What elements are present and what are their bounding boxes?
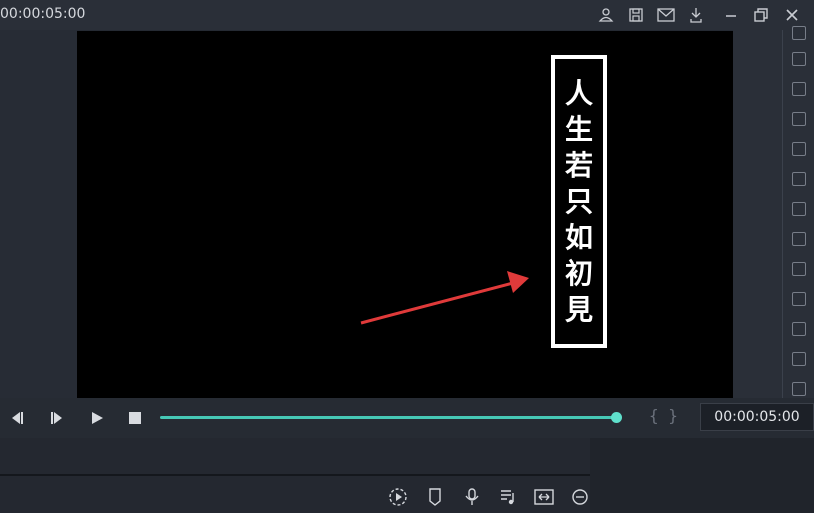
track-checkbox[interactable] [792, 142, 806, 156]
duration-timecode: 00:00:05:00 [700, 403, 814, 431]
voiceover-icon[interactable] [462, 487, 482, 507]
progress-handle[interactable] [611, 412, 622, 423]
previous-frame-icon[interactable] [4, 406, 28, 430]
fit-icon[interactable] [534, 487, 554, 507]
track-checkbox[interactable] [792, 202, 806, 216]
play-icon[interactable] [85, 406, 109, 430]
render-preview-icon[interactable] [388, 487, 408, 507]
track-checkbox[interactable] [792, 382, 806, 396]
track-checkbox[interactable] [792, 52, 806, 66]
close-icon[interactable] [782, 5, 802, 25]
red-arrow-annotation [360, 271, 529, 325]
panel-divider [782, 30, 783, 398]
current-timecode: 00:00:05:00 [0, 6, 86, 22]
left-panel-edge [0, 30, 77, 398]
track-checkbox[interactable] [792, 292, 806, 306]
in-out-marker-icon[interactable]: { } [649, 406, 678, 425]
track-checkbox[interactable] [792, 262, 806, 276]
track-checkbox[interactable] [792, 112, 806, 126]
progress-bar[interactable] [160, 416, 616, 419]
save-icon[interactable] [626, 5, 646, 25]
marker-icon[interactable] [425, 487, 445, 507]
restore-icon[interactable] [751, 5, 771, 25]
track-checkbox[interactable] [792, 232, 806, 246]
video-preview[interactable]: 人 生 若 只 如 初 見 [77, 31, 733, 398]
next-frame-icon[interactable] [45, 406, 69, 430]
track-checkbox[interactable] [792, 172, 806, 186]
track-checkbox[interactable] [792, 352, 806, 366]
user-icon[interactable] [596, 5, 616, 25]
timeline-toolbar [590, 438, 814, 513]
track-checkbox[interactable] [792, 322, 806, 336]
timeline-divider [0, 474, 590, 476]
download-icon[interactable] [686, 5, 706, 25]
audio-mixer-icon[interactable] [498, 487, 518, 507]
mail-icon[interactable] [656, 5, 676, 25]
title-bar: 00:00:05:00 [0, 0, 814, 30]
minimize-icon[interactable] [721, 5, 741, 25]
playback-controls: { } 00:00:05:00 [0, 398, 814, 438]
zoom-out-icon[interactable] [570, 487, 590, 507]
track-checkbox[interactable] [792, 26, 806, 40]
stop-icon[interactable] [123, 406, 147, 430]
track-checkbox[interactable] [792, 82, 806, 96]
